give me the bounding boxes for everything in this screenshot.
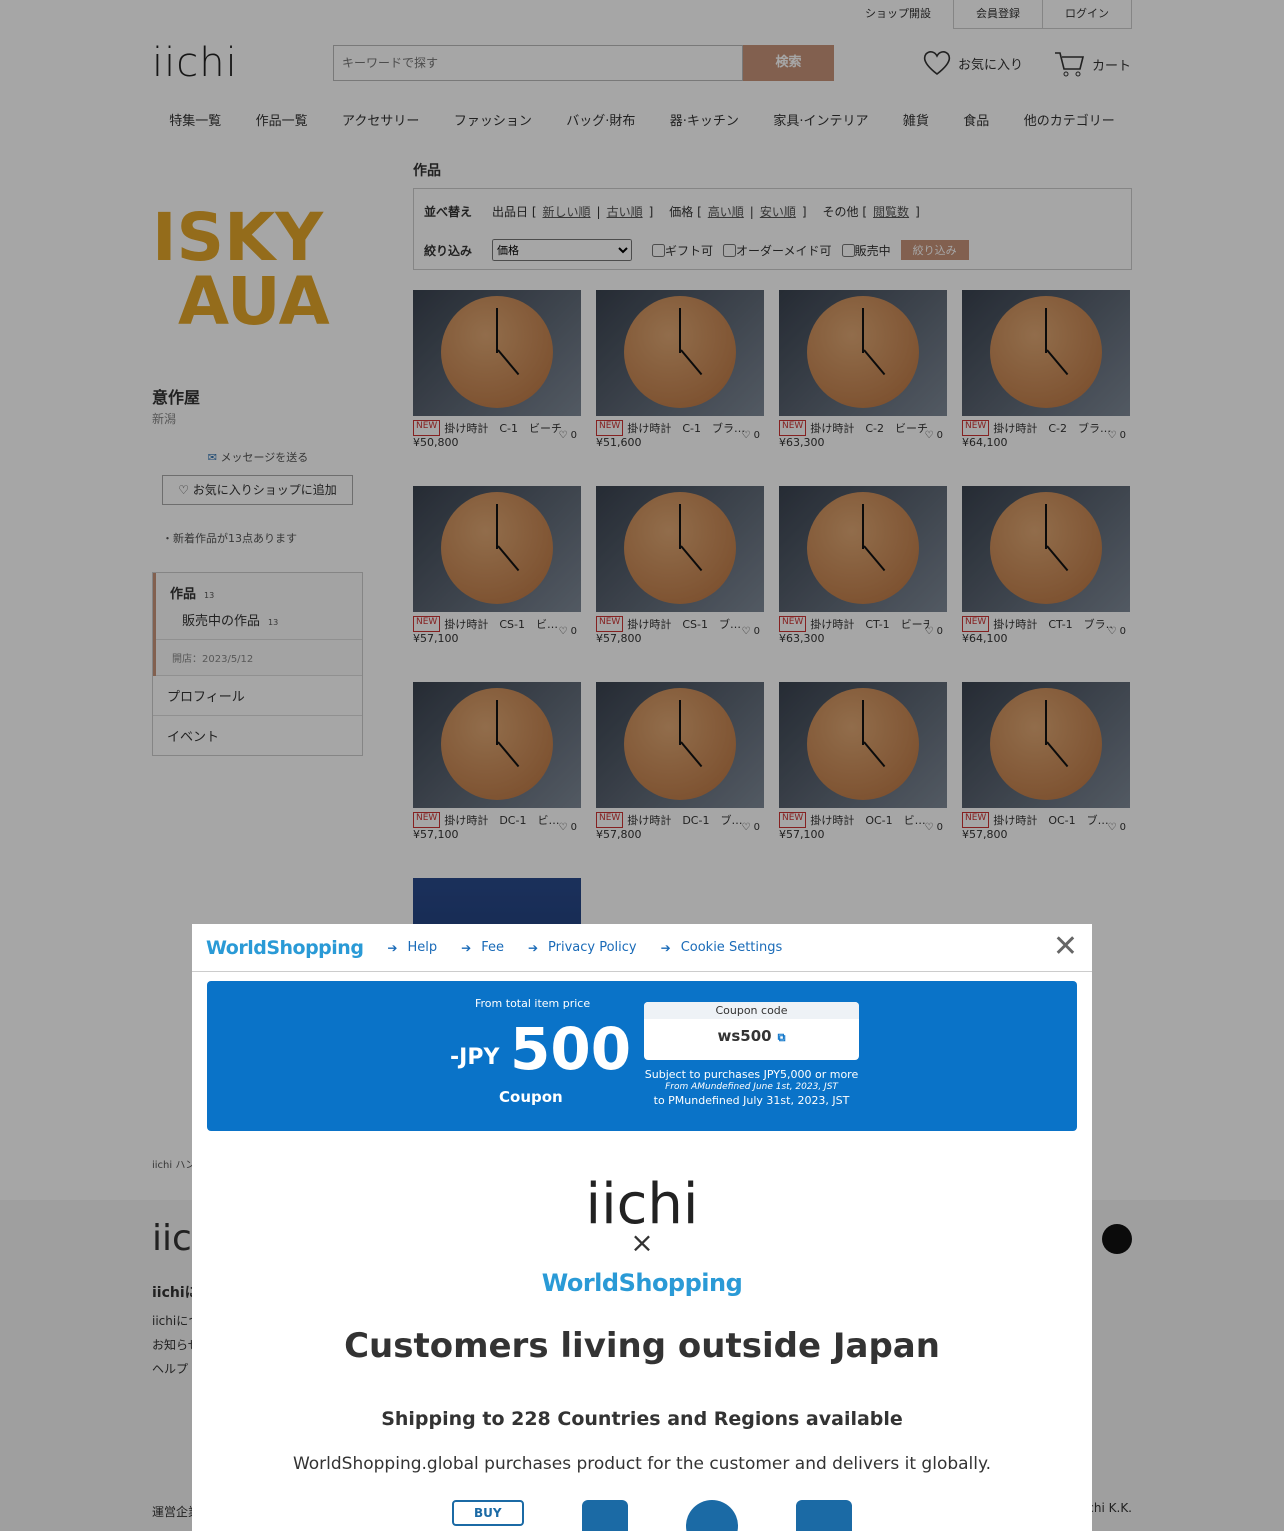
globe-icon: [685, 1500, 738, 1531]
coupon-code: ws500: [717, 1027, 772, 1045]
worldshopping-logo: WorldShopping: [206, 936, 364, 959]
coupon-to-date: to PMundefined July 31st, 2023, JST: [653, 1094, 850, 1107]
coupon-prefix: -JPY: [450, 1045, 500, 1070]
fee-link[interactable]: ➔ Fee: [461, 940, 504, 955]
cookie-settings-link[interactable]: ➔ Cookie Settings: [661, 940, 783, 955]
coupon-code-box[interactable]: Coupon code ws500 ⧉: [644, 1002, 859, 1060]
process-steps: BUY: [452, 1500, 852, 1531]
warehouse-icon: [581, 1500, 628, 1531]
help-link[interactable]: ➔ Help: [387, 940, 437, 955]
worldshopping-logo-text: WorldShopping: [541, 1269, 743, 1297]
coupon-from-text: From total item price: [475, 997, 591, 1010]
modal-shipping: Shipping to 228 Countries and Regions av…: [381, 1408, 903, 1430]
coupon-code-title: Coupon code: [644, 1002, 859, 1019]
coupon-code-row: ws500 ⧉: [644, 1027, 859, 1045]
times-icon: ×: [630, 1226, 654, 1259]
page: ショップ開設 会員登録 ログイン iichi 検索 お気に入り カート 特集一覧…: [0, 0, 1284, 1531]
modal-header: WorldShopping ➔ Help ➔ Fee ➔ Privacy Policy…: [192, 924, 1092, 972]
modal-headline: Customers living outside Japan: [344, 1326, 940, 1366]
worldshopping-logo-large: WorldShopping: [192, 1269, 1092, 1297]
arrow-right-icon: ➔: [461, 940, 472, 955]
coupon-amount: 500: [510, 1015, 632, 1083]
arrow-right-icon: ➔: [660, 940, 671, 955]
cookie-settings-label: Cookie Settings: [680, 940, 783, 955]
fee-link-label: Fee: [481, 940, 504, 955]
privacy-link-label: Privacy Policy: [548, 940, 637, 955]
buy-step-icon: BUY: [452, 1500, 524, 1526]
coupon-from-date: From AMundefined June 1st, 2023, JST: [665, 1082, 838, 1092]
coupon-terms: Subject to purchases JPY5,000 or more Fr…: [644, 1068, 859, 1107]
coupon-banner: From total item price -JPY 500 Coupon Co…: [207, 981, 1077, 1131]
arrow-right-icon: ➔: [387, 940, 398, 955]
close-icon[interactable]: ✕: [1053, 932, 1078, 962]
delivery-icon: [795, 1500, 852, 1531]
privacy-link[interactable]: ➔ Privacy Policy: [528, 940, 637, 955]
coupon-subject: Subject to purchases JPY5,000 or more: [644, 1068, 859, 1081]
arrow-right-icon: ➔: [527, 940, 539, 955]
modal-description: WorldShopping.global purchases product f…: [292, 1454, 992, 1474]
help-link-label: Help: [407, 940, 438, 955]
worldshopping-modal: WorldShopping ➔ Help ➔ Fee ➔ Privacy Policy…: [192, 924, 1092, 1531]
copy-icon[interactable]: ⧉: [778, 1031, 786, 1044]
coupon-label: Coupon: [499, 1088, 563, 1106]
